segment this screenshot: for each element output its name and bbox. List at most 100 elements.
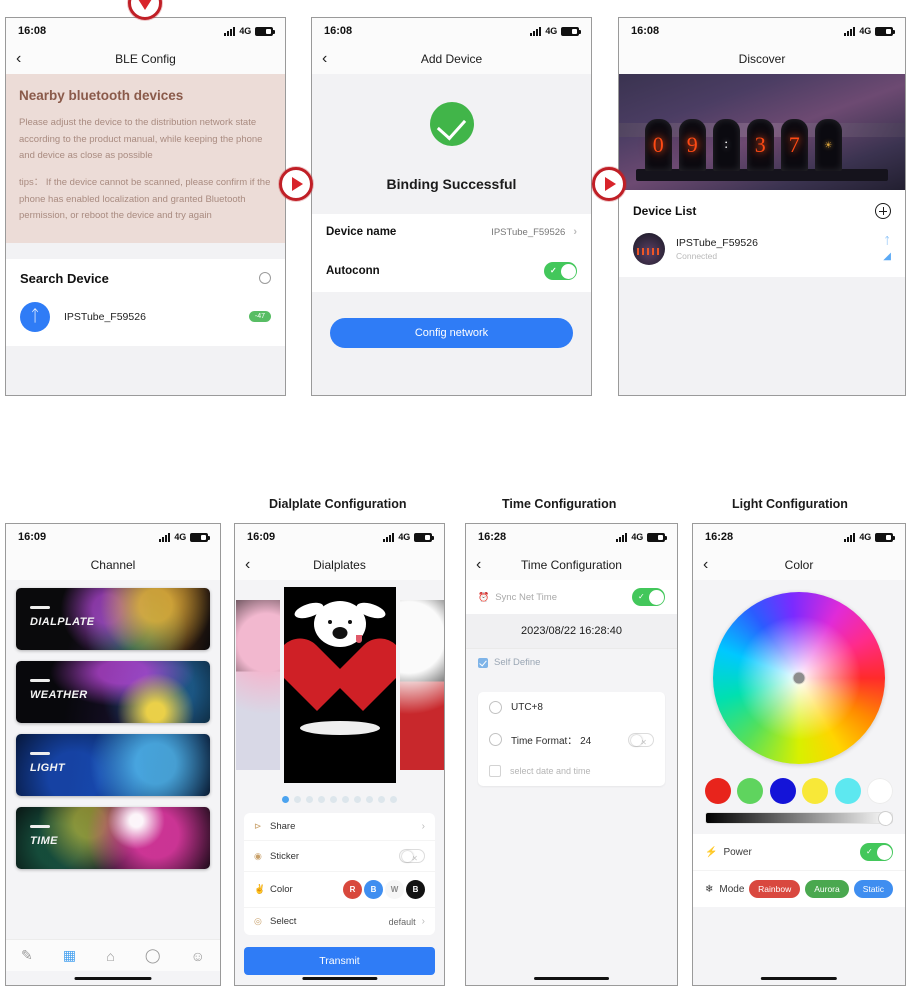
- select-icon: ◎: [254, 916, 262, 926]
- battery-icon: [561, 26, 581, 36]
- add-device-button[interactable]: [875, 203, 891, 219]
- hero-image-nixie-clock: 0 9 : 3 7 ☀: [619, 74, 905, 190]
- phone-screen-color: 16:28 4G ‹ Color ⚡ Power ✓ ❄ Mode Rainbo…: [692, 523, 906, 986]
- nav-bar: Discover: [619, 44, 905, 74]
- loading-spinner-icon[interactable]: [259, 272, 271, 285]
- wifi-icon: ◢: [883, 251, 891, 262]
- pagination-dot[interactable]: [282, 796, 289, 803]
- bolt-icon: ⚡: [705, 846, 718, 858]
- page-title: Add Device: [420, 52, 483, 66]
- caption-dialplate-configuration: Dialplate Configuration: [269, 497, 407, 511]
- channel-name: WEATHER: [30, 689, 88, 701]
- back-icon[interactable]: ‹: [322, 51, 327, 67]
- status-indicators: 4G: [616, 532, 667, 542]
- home-icon[interactable]: ⌂: [106, 948, 114, 964]
- phone-screen-channel: 16:09 4G Channel DIALPLATE WEATHER LIGHT: [5, 523, 221, 986]
- bluetooth-icon: ᛏ: [20, 301, 50, 332]
- sticker-toggle[interactable]: ✕: [399, 849, 425, 863]
- notice-paragraph-2: tips： If the device cannot be scanned, p…: [19, 176, 271, 222]
- power-toggle[interactable]: ✓: [860, 843, 893, 861]
- status-bar: 16:09 4G: [6, 524, 220, 550]
- page-title: Dialplates: [313, 558, 366, 572]
- color-swatch-blue[interactable]: [769, 778, 796, 804]
- list-item-device[interactable]: IPSTube_F59526 Connected ᛏ ◢: [619, 229, 905, 277]
- search-device-label: Search Device: [20, 270, 109, 286]
- pagination-dot[interactable]: [342, 796, 349, 803]
- mode-label-wrap: ❄ Mode: [705, 884, 744, 895]
- battery-icon: [875, 532, 895, 542]
- color-swatch-white[interactable]: [866, 778, 893, 804]
- color-chip-red[interactable]: R: [343, 880, 362, 899]
- row-select-date-time[interactable]: select date and time: [478, 756, 665, 786]
- brightness-slider-handle[interactable]: [878, 811, 893, 826]
- pagination-dot[interactable]: [318, 796, 325, 803]
- mode-button-static[interactable]: Static: [853, 880, 893, 898]
- profile-icon[interactable]: ☺: [191, 948, 205, 964]
- grid-icon[interactable]: ▦: [63, 947, 76, 964]
- transmit-button[interactable]: Transmit: [244, 947, 435, 975]
- pagination-dot[interactable]: [390, 796, 397, 803]
- card-dash: [30, 606, 50, 609]
- checkbox-icon[interactable]: [478, 657, 488, 668]
- network-label: 4G: [631, 532, 643, 542]
- row-time-format: Time Format： 24 ✕: [478, 723, 665, 756]
- edit-icon[interactable]: ✎: [21, 947, 33, 964]
- option-row-select[interactable]: ◎ Select default ›: [244, 907, 435, 935]
- color-swatch-red[interactable]: [705, 778, 731, 804]
- network-label: 4G: [174, 532, 186, 542]
- sync-net-time-toggle[interactable]: ✓: [632, 588, 665, 606]
- row-self-define[interactable]: Self Define: [466, 648, 677, 676]
- channel-card-light[interactable]: LIGHT: [16, 734, 210, 796]
- color-chip-white[interactable]: W: [385, 880, 404, 899]
- pagination-dot[interactable]: [378, 796, 385, 803]
- status-bar: 16:28 4G: [693, 524, 905, 550]
- color-chip-blue[interactable]: B: [364, 880, 383, 899]
- list-item-device[interactable]: ᛏ IPSTube_F59526 -47: [6, 295, 285, 346]
- config-network-button[interactable]: Config network: [330, 318, 573, 348]
- pagination-dot[interactable]: [294, 796, 301, 803]
- self-define-label: Self Define: [494, 657, 541, 668]
- pagination-dot[interactable]: [354, 796, 361, 803]
- back-icon[interactable]: ‹: [16, 51, 21, 67]
- autoconn-toggle[interactable]: ✓: [544, 262, 577, 280]
- dialplate-carousel[interactable]: [235, 580, 444, 790]
- carousel-slide-current[interactable]: [283, 587, 396, 783]
- channel-card-time[interactable]: TIME: [16, 807, 210, 869]
- mode-button-aurora[interactable]: Aurora: [805, 880, 849, 898]
- chevron-right-icon: ›: [421, 916, 425, 927]
- color-swatch-green[interactable]: [737, 778, 764, 804]
- brightness-slider[interactable]: [705, 811, 893, 826]
- color-swatch-cyan[interactable]: [834, 778, 861, 804]
- binding-status-text: Binding Successful: [386, 176, 517, 192]
- pagination-dot[interactable]: [330, 796, 337, 803]
- channel-name: DIALPLATE: [30, 616, 95, 628]
- color-chip-black[interactable]: B: [406, 880, 425, 899]
- screenshot-page: 16:08 4G ‹ BLE Config Nearby bluetooth d…: [0, 0, 911, 992]
- status-badge: -47: [248, 311, 271, 323]
- channel-card-weather[interactable]: WEATHER: [16, 661, 210, 723]
- color-wheel-handle[interactable]: [793, 672, 805, 684]
- color-swatch-yellow[interactable]: [802, 778, 829, 804]
- chat-icon[interactable]: ◯: [145, 947, 161, 964]
- channel-card-dialplate[interactable]: DIALPLATE: [16, 588, 210, 650]
- option-row-share[interactable]: ⊳ Share ›: [244, 813, 435, 840]
- carousel-slide-prev[interactable]: [235, 600, 280, 770]
- carousel-slide-next[interactable]: [399, 600, 444, 770]
- nav-bar: ‹ BLE Config: [6, 44, 285, 74]
- select-date-label: select date and time: [510, 766, 591, 776]
- back-icon[interactable]: ‹: [476, 557, 481, 573]
- time-format-toggle[interactable]: ✕: [628, 732, 654, 747]
- pagination-dot[interactable]: [366, 796, 373, 803]
- calendar-icon: [489, 765, 501, 777]
- back-icon[interactable]: ‹: [703, 557, 708, 573]
- phone-screen-ble-config: 16:08 4G ‹ BLE Config Nearby bluetooth d…: [5, 17, 286, 396]
- row-device-name[interactable]: Device name IPSTube_F59526 ›: [312, 214, 591, 250]
- color-wheel-picker[interactable]: [713, 592, 885, 764]
- mode-button-group: Rainbow Aurora Static: [749, 880, 893, 898]
- mode-button-rainbow[interactable]: Rainbow: [749, 880, 801, 898]
- row-utc-offset[interactable]: UTC+8: [478, 692, 665, 723]
- back-icon[interactable]: ‹: [245, 557, 250, 573]
- clock-icon: [489, 733, 502, 746]
- nixie-tube: :: [712, 119, 740, 171]
- pagination-dot[interactable]: [306, 796, 313, 803]
